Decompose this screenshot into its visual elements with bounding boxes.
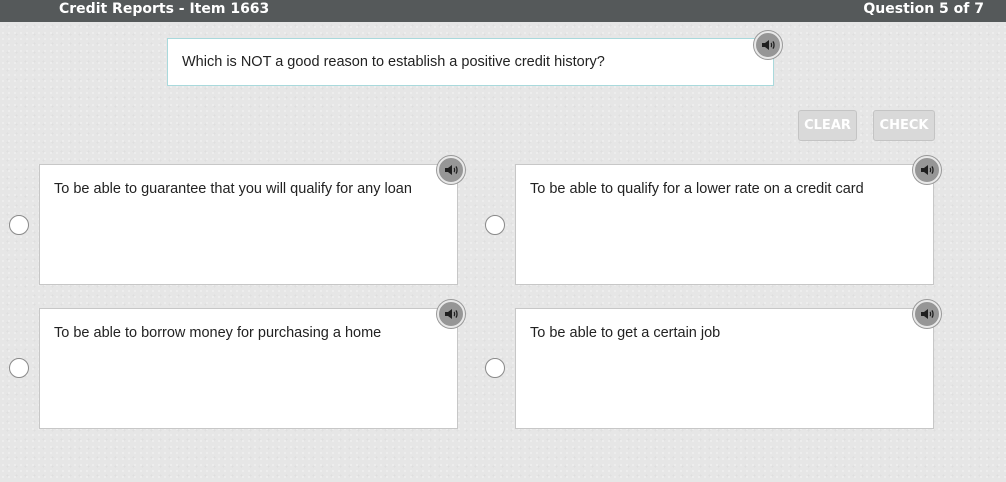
speaker-icon (921, 165, 934, 175)
choice-1-text: To be able to guarantee that you will qu… (54, 181, 412, 197)
choice-4-audio-button[interactable] (913, 300, 941, 328)
choice-4-card[interactable]: To be able to get a certain job (515, 308, 934, 429)
choice-3-card[interactable]: To be able to borrow money for purchasin… (39, 308, 458, 429)
choice-1-card[interactable]: To be able to guarantee that you will qu… (39, 164, 458, 285)
speaker-icon (445, 309, 458, 319)
choice-1-radio[interactable] (9, 215, 29, 235)
choice-3-radio[interactable] (9, 358, 29, 378)
choice-2-audio-button[interactable] (913, 156, 941, 184)
choice-4-text: To be able to get a certain job (530, 325, 721, 341)
choice-1-audio-button[interactable] (437, 156, 465, 184)
speaker-icon (921, 309, 934, 319)
choice-2-radio[interactable] (485, 215, 505, 235)
choice-2-card[interactable]: To be able to qualify for a lower rate o… (515, 164, 934, 285)
speaker-icon (445, 165, 458, 175)
choice-2-text: To be able to qualify for a lower rate o… (530, 181, 864, 197)
item-title: Credit Reports - Item 1663 (59, 1, 270, 17)
question-box: Which is NOT a good reason to establish … (167, 38, 774, 86)
question-audio-button[interactable] (754, 31, 782, 59)
speaker-icon (762, 40, 775, 50)
header-bar: Credit Reports - Item 1663 Question 5 of… (0, 0, 1006, 22)
check-button[interactable]: CHECK (873, 110, 935, 141)
question-counter: Question 5 of 7 (863, 1, 984, 17)
choice-3-audio-button[interactable] (437, 300, 465, 328)
choice-4-radio[interactable] (485, 358, 505, 378)
clear-button[interactable]: CLEAR (798, 110, 857, 141)
choice-3-text: To be able to borrow money for purchasin… (54, 325, 382, 341)
question-text: Which is NOT a good reason to establish … (182, 54, 605, 70)
